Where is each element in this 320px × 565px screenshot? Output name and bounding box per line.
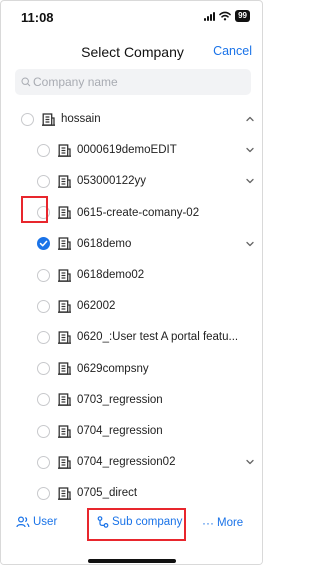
company-name: 0704_regression	[77, 425, 163, 437]
company-name: 0703_regression	[77, 393, 163, 406]
company-building-icon	[42, 112, 55, 126]
radio-unchecked[interactable]	[37, 455, 50, 469]
company-row[interactable]: 0615-create-comany-02	[37, 200, 262, 226]
company-row[interactable]: 0705_direct	[37, 480, 262, 506]
sub-company-tab-label: Sub company	[112, 516, 183, 528]
search-bar[interactable]	[15, 69, 251, 95]
company-building-icon	[58, 362, 71, 375]
company-row[interactable]: 0618demo	[37, 231, 262, 257]
radio-unchecked[interactable]	[37, 268, 50, 282]
company-building-icon	[58, 424, 71, 438]
company-building-icon	[58, 300, 71, 313]
status-time: 11:08	[21, 10, 54, 25]
company-name: 0618demo02	[77, 269, 145, 281]
check-icon	[39, 240, 48, 247]
user-tab-label: User	[33, 516, 58, 528]
company-building-icon	[58, 268, 71, 282]
chevron-down-icon[interactable]	[245, 176, 255, 186]
battery-icon: 99	[235, 10, 250, 22]
user-tab[interactable]: User	[16, 516, 57, 528]
chevron-down-icon[interactable]	[245, 145, 255, 155]
chevron-down-icon[interactable]	[245, 457, 255, 467]
company-row[interactable]: 0620_:User test A portal featu...	[37, 324, 262, 350]
company-row[interactable]: 0000619demoEDIT	[37, 137, 262, 163]
more-tab[interactable]: ··· More	[202, 516, 243, 530]
radio-unchecked[interactable]	[37, 299, 50, 313]
company-name: hossain	[61, 113, 101, 125]
chevron-up-icon[interactable]	[245, 114, 255, 124]
more-tab-label: More	[217, 517, 244, 529]
company-row[interactable]: 0703_regression	[37, 387, 262, 413]
company-row[interactable]: 062002	[37, 293, 262, 319]
chevron-down-icon[interactable]	[245, 239, 255, 249]
company-name: 0629compsny	[77, 362, 149, 375]
app-screen: 11:08 99 Select Company Cancel hossain 00…	[0, 0, 263, 565]
company-building-icon	[58, 206, 71, 219]
radio-unchecked[interactable]	[21, 112, 34, 126]
company-name: 0620_:User test A portal featu...	[77, 331, 239, 344]
signal-icon	[204, 11, 216, 21]
bottom-tab-bar: User Sub company ··· More	[1, 506, 262, 564]
cancel-button[interactable]: Cancel	[213, 44, 252, 58]
company-building-icon	[58, 487, 71, 500]
radio-unchecked[interactable]	[37, 330, 50, 344]
company-building-icon	[58, 456, 71, 469]
company-list[interactable]: hossain 0000619demoEDIT 053000122yy 0615-cr…	[1, 104, 262, 506]
company-row[interactable]: hossain	[21, 106, 262, 132]
company-name: 0704_regression02	[77, 456, 176, 469]
company-building-icon	[58, 237, 71, 251]
sub-company-tab[interactable]: Sub company	[97, 516, 182, 528]
company-name: 0618demo	[77, 237, 132, 250]
company-building-icon	[58, 175, 71, 188]
search-icon	[21, 77, 31, 87]
company-name: 0705_direct	[77, 487, 138, 500]
radio-unchecked[interactable]	[37, 486, 50, 500]
sub-company-icon	[97, 516, 109, 528]
radio-unchecked[interactable]	[37, 143, 50, 157]
company-name: 053000122yy	[77, 175, 147, 188]
nav-bar: Select Company Cancel	[1, 35, 262, 65]
radio-unchecked[interactable]	[37, 174, 50, 188]
radio-unchecked[interactable]	[37, 393, 50, 407]
company-name: 0000619demoEDIT	[77, 144, 177, 157]
company-row[interactable]: 0629compsny	[37, 356, 262, 382]
more-icon: ···	[202, 516, 214, 530]
company-name: 062002	[77, 300, 116, 313]
home-indicator	[88, 559, 176, 563]
radio-unchecked[interactable]	[37, 206, 50, 220]
company-building-icon	[58, 144, 71, 157]
company-row[interactable]: 0704_regression	[37, 418, 262, 444]
status-icons: 99	[204, 10, 250, 22]
radio-unchecked[interactable]	[37, 424, 50, 438]
company-row[interactable]: 0618demo02	[37, 262, 262, 288]
radio-unchecked[interactable]	[37, 362, 50, 376]
search-input[interactable]	[33, 75, 233, 89]
radio-checked[interactable]	[37, 237, 50, 251]
company-building-icon	[58, 331, 71, 344]
wifi-icon	[219, 11, 231, 21]
status-bar: 11:08 99	[1, 1, 262, 33]
company-row[interactable]: 0704_regression02	[37, 449, 262, 475]
company-name: 0615-create-comany-02	[77, 206, 200, 219]
company-building-icon	[58, 393, 71, 407]
users-icon	[16, 516, 30, 528]
company-row[interactable]: 053000122yy	[37, 168, 262, 194]
